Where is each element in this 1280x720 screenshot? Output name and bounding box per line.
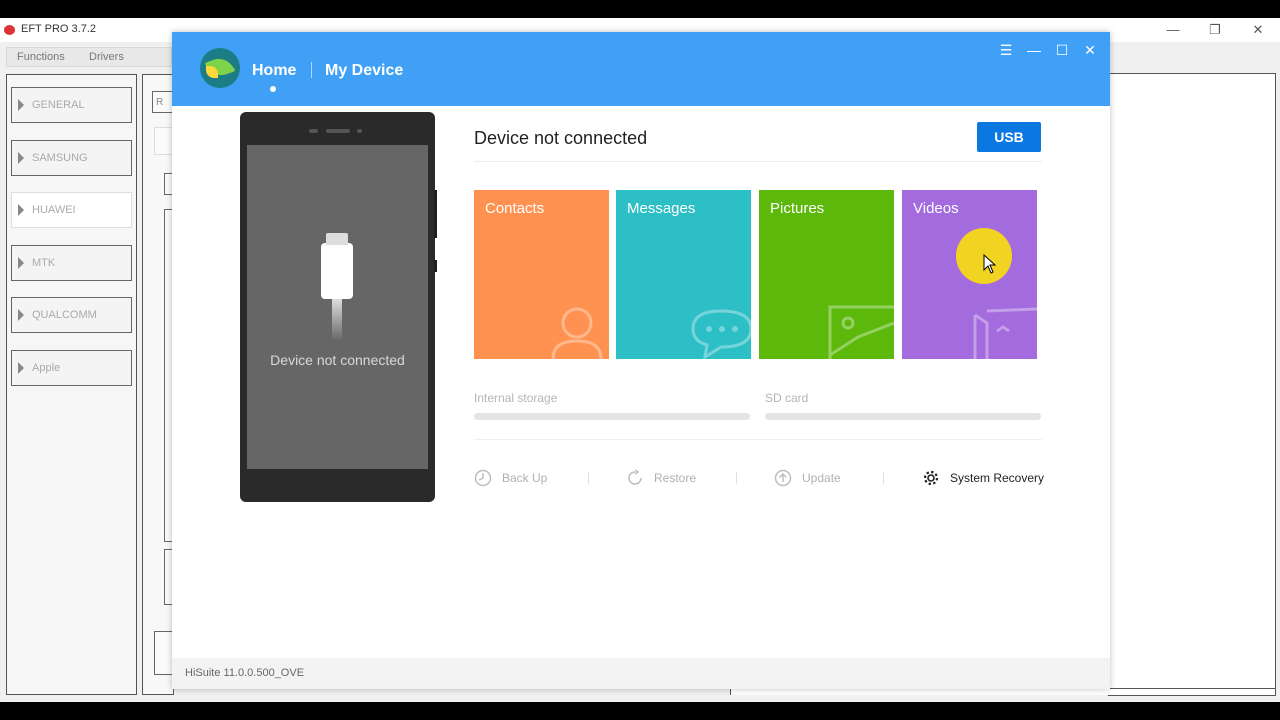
tool-label: Restore [654, 471, 697, 485]
tool-label: Back Up [502, 471, 548, 485]
eft-close-button[interactable]: ✕ [1238, 20, 1278, 40]
sidebar-item-label: GENERAL [32, 99, 85, 111]
eft-bottom-panel [730, 688, 1276, 695]
chat-bubble-icon [691, 309, 751, 359]
eft-sidebar: GENERAL SAMSUNG HUAWEI MTK QUALCOMM Appl… [6, 74, 137, 695]
sidebar-item-label: Apple [32, 362, 61, 374]
contacts-tile[interactable]: Contacts [474, 190, 609, 359]
phone-camera [357, 129, 362, 133]
caret-right-icon [18, 257, 24, 269]
hisuite-header: Home My Device ☰ — ☐ ✕ [172, 32, 1110, 106]
eft-window-title: EFT PRO 3.7.2 [21, 23, 96, 35]
internal-storage-label: Internal storage [474, 391, 558, 405]
contact-icon [551, 307, 603, 359]
active-tab-indicator [270, 86, 276, 92]
video-icon [973, 307, 1037, 359]
tool-label: System Recovery [950, 471, 1045, 485]
restore-icon [628, 469, 642, 485]
backup-button[interactable]: Back Up [474, 468, 564, 488]
messages-tile[interactable]: Messages [616, 190, 751, 359]
eft-right-panel [1108, 73, 1276, 696]
usb-plug-icon [321, 233, 353, 299]
sidebar-item-label: MTK [32, 257, 56, 269]
phone-illustration: Device not connected [240, 112, 437, 502]
eft-middle-panel: R [142, 74, 176, 695]
internal-storage-bar [474, 413, 750, 420]
divider [474, 161, 1042, 162]
usb-button[interactable]: USB [977, 122, 1041, 152]
sidebar-item-label: SAMSUNG [32, 152, 88, 164]
caret-right-icon [18, 309, 24, 321]
phone-side-button [434, 190, 437, 238]
eft-logo-icon [4, 25, 15, 35]
mouse-pointer-icon [983, 254, 997, 274]
sidebar-item-mtk[interactable]: MTK [11, 245, 132, 281]
eft-tab-button[interactable]: R [152, 91, 174, 113]
sidebar-item-qualcomm[interactable]: QUALCOMM [11, 297, 132, 333]
eft-minimize-button[interactable]: — [1153, 20, 1193, 40]
pictures-tile[interactable]: Pictures [759, 190, 894, 359]
sidebar-item-label: HUAWEI [32, 204, 76, 216]
tile-label: Contacts [485, 200, 545, 217]
phone-screen: Device not connected [247, 145, 428, 469]
menu-icon[interactable]: ☰ [994, 40, 1018, 60]
caret-right-icon [18, 362, 24, 374]
nav-divider [311, 62, 312, 78]
eft-menubar: Functions Drivers [6, 47, 172, 67]
sidebar-item-general[interactable]: GENERAL [11, 87, 132, 123]
sd-card-bar [765, 413, 1041, 420]
sidebar-item-samsung[interactable]: SAMSUNG [11, 140, 132, 176]
menu-drivers[interactable]: Drivers [89, 51, 124, 63]
tool-label: Update [802, 471, 841, 485]
update-button[interactable]: Update [774, 468, 864, 488]
sidebar-item-label: QUALCOMM [32, 309, 97, 321]
sidebar-item-apple[interactable]: Apple [11, 350, 132, 386]
tool-separator [883, 472, 884, 484]
caret-right-icon [18, 152, 24, 164]
device-status-title: Device not connected [474, 128, 648, 148]
restore-button[interactable]: Restore [626, 468, 716, 488]
usb-cable-icon [332, 299, 342, 341]
maximize-button[interactable]: ☐ [1050, 40, 1074, 60]
phone-side-button [434, 260, 437, 272]
hisuite-footer: HiSuite 11.0.0.500_OVE [172, 658, 1110, 689]
hisuite-logo-icon [200, 48, 240, 88]
caret-right-icon [18, 204, 24, 216]
hisuite-window: Home My Device ☰ — ☐ ✕ Device not connec… [172, 32, 1110, 689]
menu-functions[interactable]: Functions [17, 51, 65, 63]
tool-separator [588, 472, 589, 484]
phone-sensor [309, 129, 318, 133]
divider [474, 439, 1042, 440]
tool-separator [736, 472, 737, 484]
picture-icon [828, 305, 894, 359]
caret-right-icon [18, 99, 24, 111]
sidebar-item-huawei[interactable]: HUAWEI [11, 192, 132, 228]
tile-label: Pictures [770, 200, 825, 217]
phone-status-text: Device not connected [270, 352, 405, 368]
tile-label: Messages [627, 200, 696, 217]
system-recovery-button[interactable]: System Recovery [922, 468, 1044, 488]
tab-my-device[interactable]: My Device [325, 62, 403, 80]
gear-icon [923, 470, 939, 486]
tile-label: Videos [913, 200, 959, 217]
backup-icon [474, 469, 492, 487]
tab-home[interactable]: Home [252, 62, 296, 80]
close-button[interactable]: ✕ [1078, 40, 1102, 60]
phone-speaker [326, 129, 350, 133]
version-text: HiSuite 11.0.0.500_OVE [185, 667, 305, 679]
update-icon [774, 469, 792, 487]
minimize-button[interactable]: — [1022, 40, 1046, 60]
eft-restore-button[interactable]: ❐ [1195, 20, 1235, 40]
sd-card-label: SD card [765, 391, 809, 405]
